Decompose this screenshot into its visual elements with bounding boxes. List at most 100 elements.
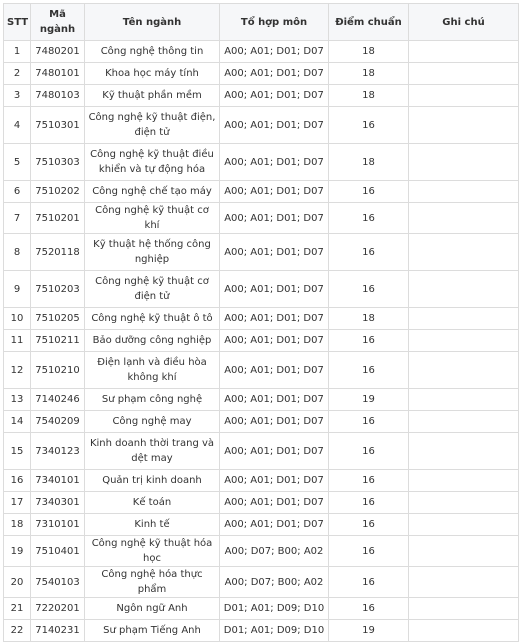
cell-combo: D01; A01; D09; D10 <box>219 597 329 620</box>
cell-code: 7510303 <box>30 143 85 181</box>
header-score: Điểm chuẩn <box>328 3 409 41</box>
cell-stt: 11 <box>3 329 31 352</box>
cell-note <box>408 566 519 598</box>
cell-stt: 16 <box>3 469 31 492</box>
cell-name: Công nghệ kỹ thuật cơ khí <box>84 202 220 234</box>
table-row: 12 7510210 Điện lạnh và điều hòa không khí… <box>3 351 519 389</box>
cell-code: 7510205 <box>30 307 85 330</box>
cell-score: 16 <box>328 180 409 203</box>
cell-name: Công nghệ thông tin <box>84 40 220 63</box>
cell-combo: A00; A01; D01; D07 <box>219 351 329 389</box>
cell-code: 7220201 <box>30 597 85 620</box>
header-stt: STT <box>3 3 31 41</box>
table-row: 20 7540103 Công nghệ hóa thực phẩm A00; D07… <box>3 566 519 598</box>
cell-note <box>408 597 519 620</box>
cell-note <box>408 307 519 330</box>
cell-code: 7140231 <box>30 619 85 642</box>
cell-combo: A00; A01; D01; D07 <box>219 40 329 63</box>
cell-combo: A00; A01; D01; D07 <box>219 329 329 352</box>
cell-stt: 4 <box>3 106 31 144</box>
cell-stt: 2 <box>3 62 31 85</box>
cell-note <box>408 513 519 536</box>
table-row: 11 7510211 Bảo dưỡng công nghiệp A00; A01; … <box>3 329 519 352</box>
table-row: 18 7310101 Kinh tế A00; A01; D01; D07 16 <box>3 513 519 536</box>
table-row: 14 7540209 Công nghệ may A00; A01; D01; D07… <box>3 410 519 433</box>
cell-note <box>408 202 519 234</box>
table-row: 22 7140231 Sư phạm Tiếng Anh D01; A01; D09;… <box>3 619 519 642</box>
cell-combo: A00; A01; D01; D07 <box>219 410 329 433</box>
cell-score: 18 <box>328 307 409 330</box>
cell-name: Công nghệ kỹ thuật điều khiển và tự động… <box>84 143 220 181</box>
cell-stt: 22 <box>3 619 31 642</box>
cell-score: 16 <box>328 106 409 144</box>
cell-note <box>408 62 519 85</box>
cell-code: 7510202 <box>30 180 85 203</box>
cell-combo: A00; A01; D01; D07 <box>219 62 329 85</box>
cell-stt: 13 <box>3 388 31 411</box>
cell-stt: 12 <box>3 351 31 389</box>
cell-note <box>408 535 519 567</box>
cell-stt: 14 <box>3 410 31 433</box>
cell-stt: 18 <box>3 513 31 536</box>
cell-code: 7480101 <box>30 62 85 85</box>
cell-score: 18 <box>328 62 409 85</box>
header-code: Mã ngành <box>30 3 85 41</box>
cell-note <box>408 469 519 492</box>
cell-stt: 21 <box>3 597 31 620</box>
cell-name: Công nghệ kỹ thuật hóa học <box>84 535 220 567</box>
cell-name: Công nghệ may <box>84 410 220 433</box>
cell-code: 7310101 <box>30 513 85 536</box>
cell-code: 7510210 <box>30 351 85 389</box>
table-row: 2 7480101 Khoa học máy tính A00; A01; D01; … <box>3 62 519 85</box>
cell-stt: 19 <box>3 535 31 567</box>
cell-combo: A00; D07; B00; A02 <box>219 535 329 567</box>
table-row: 16 7340101 Quản trị kinh doanh A00; A01; D0… <box>3 469 519 492</box>
cell-score: 16 <box>328 535 409 567</box>
cell-combo: A00; A01; D01; D07 <box>219 491 329 514</box>
cell-combo: A00; A01; D01; D07 <box>219 180 329 203</box>
cell-score: 18 <box>328 40 409 63</box>
cell-note <box>408 40 519 63</box>
table-row: 1 7480201 Công nghệ thông tin A00; A01; D01… <box>3 40 519 63</box>
cell-name: Khoa học máy tính <box>84 62 220 85</box>
cell-stt: 9 <box>3 270 31 308</box>
cell-note <box>408 432 519 470</box>
table-row: 6 7510202 Công nghệ chế tạo máy A00; A01; D… <box>3 180 519 203</box>
cell-name: Kế toán <box>84 491 220 514</box>
cell-code: 7510301 <box>30 106 85 144</box>
header-name: Tên ngành <box>84 3 220 41</box>
cell-code: 7510203 <box>30 270 85 308</box>
cell-stt: 10 <box>3 307 31 330</box>
table-row: 15 7340123 Kinh doanh thời trang và dệt ma… <box>3 432 519 470</box>
cell-score: 16 <box>328 513 409 536</box>
cell-combo: A00; A01; D01; D07 <box>219 513 329 536</box>
cell-score: 19 <box>328 619 409 642</box>
cell-score: 16 <box>328 233 409 271</box>
cell-stt: 5 <box>3 143 31 181</box>
cell-combo: A00; A01; D01; D07 <box>219 270 329 308</box>
cell-combo: A00; A01; D01; D07 <box>219 106 329 144</box>
cell-code: 7540209 <box>30 410 85 433</box>
cell-stt: 8 <box>3 233 31 271</box>
cell-name: Điện lạnh và điều hòa không khí <box>84 351 220 389</box>
table-row: 9 7510203 Công nghệ kỹ thuật cơ điện tử A00… <box>3 270 519 308</box>
cell-code: 7340123 <box>30 432 85 470</box>
cell-combo: A00; D07; B00; A02 <box>219 566 329 598</box>
cell-code: 7510201 <box>30 202 85 234</box>
table-row: 10 7510205 Công nghệ kỹ thuật ô tô A00; A01… <box>3 307 519 330</box>
cell-stt: 6 <box>3 180 31 203</box>
cell-score: 16 <box>328 469 409 492</box>
cell-stt: 7 <box>3 202 31 234</box>
cell-note <box>408 143 519 181</box>
cell-note <box>408 106 519 144</box>
header-combo: Tổ hợp môn <box>219 3 329 41</box>
table-row: 7 7510201 Công nghệ kỹ thuật cơ khí A00; A0… <box>3 202 519 234</box>
cell-score: 16 <box>328 597 409 620</box>
cell-code: 7340101 <box>30 469 85 492</box>
cell-name: Công nghệ kỹ thuật điện, điện tử <box>84 106 220 144</box>
cell-stt: 20 <box>3 566 31 598</box>
cell-code: 7520118 <box>30 233 85 271</box>
cell-name: Sư phạm Tiếng Anh <box>84 619 220 642</box>
cell-note <box>408 270 519 308</box>
cell-combo: D01; A01; D09; D10 <box>219 619 329 642</box>
